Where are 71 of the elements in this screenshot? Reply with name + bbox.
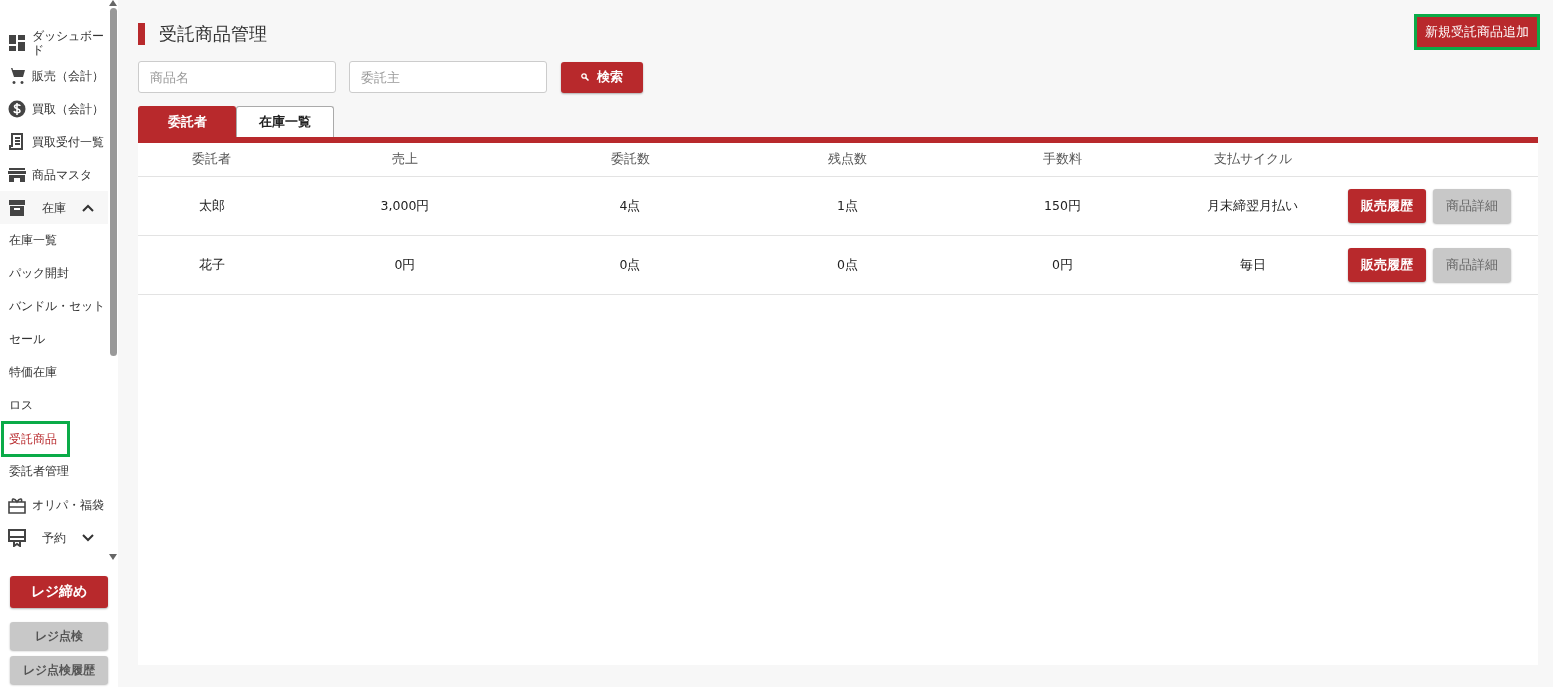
column-header: 売上 [391, 151, 419, 168]
column-header: 委託数 [609, 151, 651, 168]
table-cell-text: 月末締翌月払い [1206, 197, 1299, 215]
product-details-button[interactable]: 商品詳細 [1433, 248, 1511, 282]
sidebar-label: オリパ・福袋 [32, 497, 104, 512]
table-cell-text: 150円 [1043, 197, 1082, 215]
store-icon [8, 165, 26, 184]
sidebar-group[interactable]: 予約 [0, 521, 108, 554]
sidebar-group[interactable]: 在庫 [0, 191, 108, 224]
tab[interactable]: 委託者 [138, 106, 236, 137]
search-field[interactable]: 委託主 [349, 61, 547, 93]
tab[interactable]: 在庫一覧 [236, 106, 334, 137]
sidebar-item[interactable]: オリパ・福袋 [0, 488, 108, 521]
sidebar-subitem[interactable]: バンドル・セット [0, 290, 105, 323]
dollar-coin-icon [8, 99, 26, 118]
sidebar-subitem[interactable]: 委託者管理 [0, 455, 69, 488]
table-cell-text: 0点 [618, 256, 642, 274]
table-cell-text: 4点 [618, 197, 642, 215]
sidebar-item[interactable]: 商品マスタ [0, 158, 108, 191]
archive-box-icon [8, 198, 26, 217]
close-register-button[interactable]: レジ締め [10, 576, 108, 608]
chevron-up-icon[interactable] [82, 203, 94, 212]
scroll-up-icon[interactable] [109, 0, 117, 6]
gift-box-icon [8, 495, 26, 514]
column-header: 支払サイクル [1212, 151, 1293, 168]
scrollbar-thumb[interactable] [109, 8, 117, 356]
sidebar-item[interactable]: 買取受付一覧 [0, 125, 108, 158]
sidebar-subitem[interactable]: ロス [0, 389, 33, 422]
sidebar-label: 買取（会計） [32, 101, 104, 116]
sidebar-label: ダッシュボード [32, 28, 105, 57]
sales-history-button[interactable]: 販売履歴 [1348, 248, 1426, 282]
sidebar-label: 販売（会計） [32, 68, 104, 83]
column-header: 委託者 [191, 151, 232, 168]
sidebar-subitem[interactable]: パック開封 [0, 257, 69, 290]
register-button[interactable]: レジ点検履歴 [10, 656, 108, 684]
search-field[interactable]: 商品名 [138, 61, 336, 93]
column-header: 残点数 [827, 151, 868, 168]
sidebar-label: 予約 [41, 530, 67, 545]
dashboard-icon [8, 33, 26, 52]
page-title: 受託商品管理 [159, 22, 267, 46]
table-cell-text: 1点 [836, 197, 859, 215]
sidebar-subitem[interactable]: 特価在庫 [0, 356, 57, 389]
add-consignment-button[interactable]: 新規受託商品追加 [1417, 17, 1537, 47]
table-cell-text: 0円 [393, 256, 417, 274]
title-accent-bar [138, 23, 145, 45]
sales-history-button[interactable]: 販売履歴 [1348, 189, 1426, 223]
sidebar-subitem[interactable]: 在庫一覧 [0, 224, 57, 257]
table-cell-text: 太郎 [197, 197, 226, 215]
sidebar-subitem[interactable]: セール [0, 323, 45, 356]
sidebar-label: 買取受付一覧 [32, 134, 104, 149]
search-icon [581, 73, 589, 81]
column-header: 手数料 [1042, 151, 1083, 168]
table-cell-text: 花子 [197, 256, 226, 274]
scroll-down-icon[interactable] [109, 554, 117, 560]
table-cell-text: 0点 [836, 256, 859, 274]
register-button[interactable]: レジ点検 [10, 622, 108, 650]
cart-icon [8, 66, 26, 85]
table-cell-text: 3,000円 [379, 197, 431, 215]
sidebar-label: 商品マスタ [32, 167, 92, 182]
sidebar-label: 在庫 [41, 200, 67, 215]
table-cell-text: 毎日 [1238, 256, 1267, 274]
sidebar-item[interactable]: ダッシュボード [0, 26, 108, 59]
sidebar-item[interactable]: 販売（会計） [0, 59, 108, 92]
search-button[interactable]: 検索 [561, 61, 643, 93]
receipt-icon [8, 132, 26, 151]
sidebar-subitem[interactable]: 受託商品 [4, 424, 67, 454]
sidebar-item[interactable]: 買取（会計） [0, 92, 108, 125]
chevron-down-icon[interactable] [82, 533, 94, 542]
table-cell-text: 0円 [1051, 256, 1074, 274]
monitor-stand-icon [8, 528, 26, 547]
product-details-button[interactable]: 商品詳細 [1433, 189, 1511, 223]
